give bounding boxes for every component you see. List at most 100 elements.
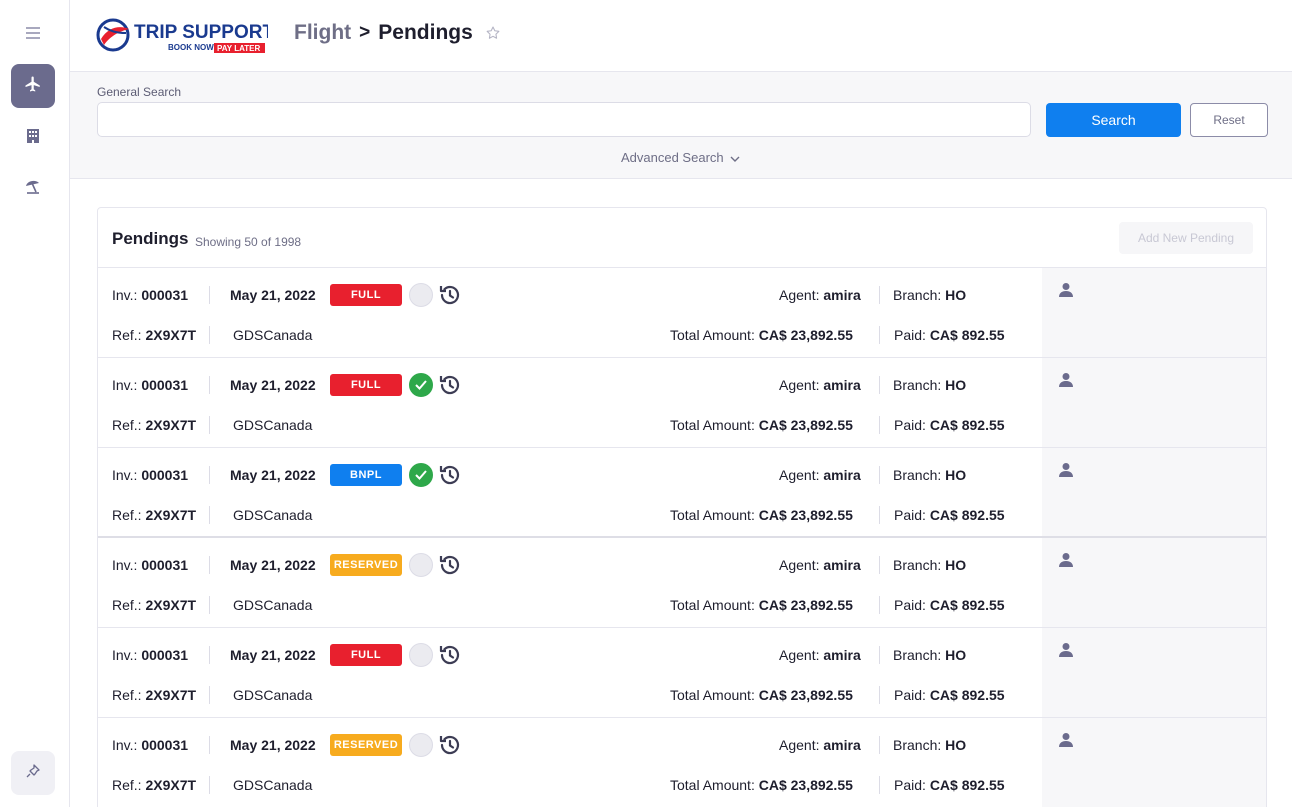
reference-field: Ref.: 2X9X7T — [112, 597, 196, 613]
pin-sidebar-button[interactable] — [11, 751, 55, 795]
divider — [879, 776, 880, 794]
history-icon[interactable] — [438, 283, 462, 312]
total-amount-field: Total Amount: CA$ 23,892.55 — [670, 687, 853, 703]
search-panel: General Search Search Reset Advanced Sea… — [70, 72, 1292, 179]
total-amount-label: Total Amount: — [670, 597, 755, 613]
branch-value: HO — [945, 557, 967, 573]
invoice-field: Inv.: 000031 — [112, 647, 188, 663]
paid-label: Paid: — [894, 597, 926, 613]
status-badge: FULL — [330, 284, 402, 306]
total-amount-value: CA$ 23,892.55 — [758, 417, 853, 433]
row-actions-panel — [1042, 448, 1266, 536]
branch-field: Branch: HO — [893, 287, 966, 303]
unconfirmed-circle-icon — [409, 643, 433, 667]
branch-field: Branch: HO — [893, 737, 966, 753]
trip-support-logo[interactable]: TRIP SUPPORT BOOK NOW PAY LATER — [96, 15, 274, 55]
reference-label: Ref.: — [112, 597, 142, 613]
source-value: GDSCanada — [233, 327, 313, 343]
advanced-search-toggle[interactable]: Advanced Search — [621, 150, 740, 165]
branch-value: HO — [945, 467, 967, 483]
sidebar-item-hotel[interactable] — [11, 116, 55, 160]
invoice-number[interactable]: 000031 — [141, 737, 188, 753]
invoice-number[interactable]: 000031 — [141, 467, 188, 483]
branch-label: Branch: — [893, 287, 942, 303]
status-badge: RESERVED — [330, 734, 402, 756]
paid-field: Paid: CA$ 892.55 — [894, 687, 1005, 703]
history-icon[interactable] — [438, 463, 462, 492]
confirmed-check-icon — [409, 373, 433, 397]
user-icon[interactable] — [1059, 372, 1073, 393]
history-icon[interactable] — [438, 373, 462, 402]
pending-row[interactable]: Inv.: 000031 May 21, 2022 FULL Agent: amira… — [98, 268, 1266, 358]
general-search-label: General Search — [97, 85, 182, 99]
logo-tag-book-now: BOOK NOW — [168, 43, 214, 52]
sidebar-item-holidays[interactable] — [11, 167, 55, 211]
pending-row[interactable]: Inv.: 000031 May 21, 2022 FULL Agent: amira… — [98, 628, 1266, 718]
reference-label: Ref.: — [112, 327, 142, 343]
pending-row[interactable]: Inv.: 000031 May 21, 2022 BNPL Agent: amira… — [98, 448, 1266, 538]
paid-value: CA$ 892.55 — [929, 417, 1005, 433]
search-button[interactable]: Search — [1046, 103, 1181, 137]
sidebar-item-flight[interactable] — [11, 64, 55, 108]
pin-icon — [26, 763, 40, 783]
divider — [879, 416, 880, 434]
source-value: GDSCanada — [233, 417, 313, 433]
user-icon[interactable] — [1059, 552, 1073, 573]
history-icon[interactable] — [438, 733, 462, 762]
paid-label: Paid: — [894, 417, 926, 433]
advanced-search-label: Advanced Search — [621, 150, 724, 165]
paid-value: CA$ 892.55 — [929, 597, 1005, 613]
divider — [209, 506, 210, 524]
pendings-count: Showing 50 of 1998 — [195, 235, 302, 249]
pendings-title: Pendings — [112, 229, 189, 248]
add-new-pending-button[interactable]: Add New Pending — [1119, 222, 1253, 254]
invoice-field: Inv.: 000031 — [112, 377, 188, 393]
pending-row[interactable]: Inv.: 000031 May 21, 2022 RESERVED Agent: a… — [98, 718, 1266, 807]
status-badge: RESERVED — [330, 554, 402, 576]
history-icon[interactable] — [438, 553, 462, 582]
invoice-number[interactable]: 000031 — [141, 377, 188, 393]
agent-name: amira — [823, 287, 861, 303]
general-search-input[interactable] — [97, 102, 1031, 137]
invoice-number[interactable]: 000031 — [141, 557, 188, 573]
beach-umbrella-icon — [24, 179, 42, 200]
pending-row[interactable]: Inv.: 000031 May 21, 2022 RESERVED Agent: a… — [98, 538, 1266, 628]
breadcrumb-flight[interactable]: Flight — [294, 21, 351, 45]
booking-date: May 21, 2022 — [230, 377, 316, 393]
unconfirmed-circle-icon — [409, 553, 433, 577]
user-icon[interactable] — [1059, 282, 1073, 303]
divider — [879, 646, 880, 664]
reference-code: 2X9X7T — [145, 507, 197, 523]
agent-name: amira — [823, 557, 861, 573]
paid-label: Paid: — [894, 777, 926, 793]
total-amount-value: CA$ 23,892.55 — [758, 597, 853, 613]
reset-button[interactable]: Reset — [1190, 103, 1268, 137]
total-amount-value: CA$ 23,892.55 — [758, 507, 853, 523]
history-icon[interactable] — [438, 643, 462, 672]
divider — [879, 326, 880, 344]
branch-label: Branch: — [893, 467, 942, 483]
favorite-star-icon[interactable] — [485, 25, 501, 41]
paid-field: Paid: CA$ 892.55 — [894, 417, 1005, 433]
logo-text: TRIP SUPPORT — [134, 22, 268, 43]
sidebar — [0, 0, 70, 807]
invoice-number[interactable]: 000031 — [141, 287, 188, 303]
branch-field: Branch: HO — [893, 557, 966, 573]
user-icon[interactable] — [1059, 462, 1073, 483]
agent-label: Agent: — [779, 377, 820, 393]
page-title: Pendings — [378, 21, 473, 44]
invoice-label: Inv.: — [112, 557, 138, 573]
invoice-label: Inv.: — [112, 737, 138, 753]
menu-button[interactable] — [11, 13, 55, 57]
pending-row[interactable]: Inv.: 000031 May 21, 2022 FULL Agent: amira… — [98, 358, 1266, 448]
invoice-field: Inv.: 000031 — [112, 287, 188, 303]
agent-field: Agent: amira — [779, 467, 861, 483]
paid-label: Paid: — [894, 327, 926, 343]
branch-value: HO — [945, 377, 967, 393]
user-icon[interactable] — [1059, 642, 1073, 663]
agent-field: Agent: amira — [779, 737, 861, 753]
invoice-number[interactable]: 000031 — [141, 647, 188, 663]
total-amount-field: Total Amount: CA$ 23,892.55 — [670, 417, 853, 433]
user-icon[interactable] — [1059, 732, 1073, 753]
paid-value: CA$ 892.55 — [929, 777, 1005, 793]
